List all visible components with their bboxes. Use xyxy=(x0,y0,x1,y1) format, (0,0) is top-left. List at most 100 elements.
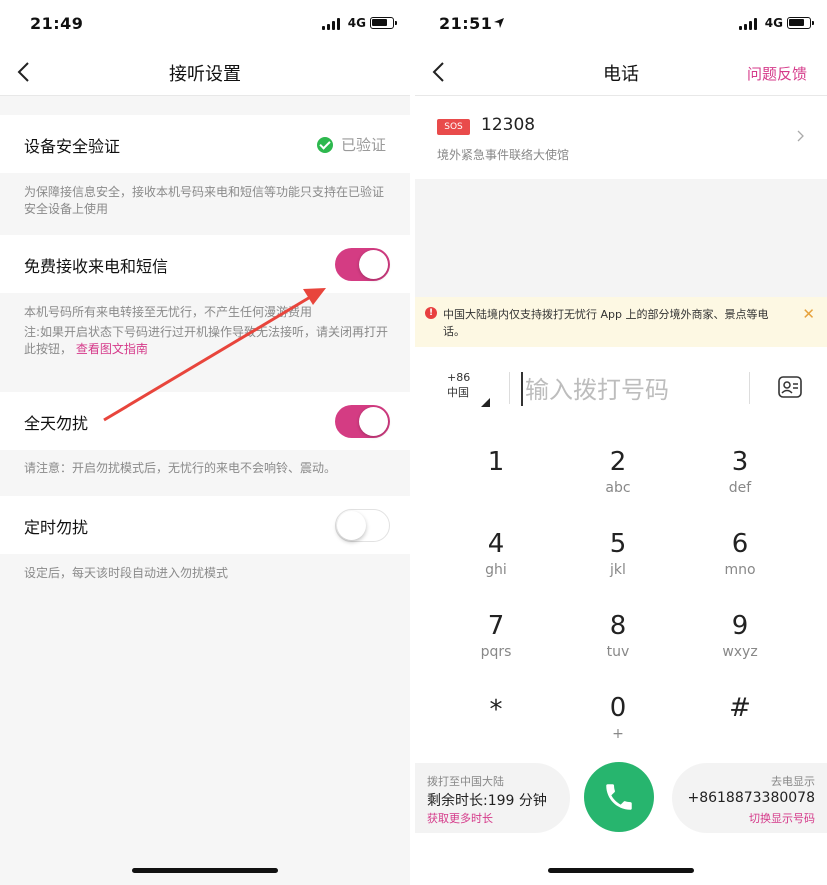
key-digit: 3 xyxy=(731,447,749,477)
dnd-scheduled-label: 定时勿扰 xyxy=(24,518,89,537)
key-digit: 2 xyxy=(609,447,627,477)
key-digit: # xyxy=(729,693,751,723)
battery-icon xyxy=(370,17,397,29)
signal-icon xyxy=(739,18,759,30)
nav-bar: 接听设置 xyxy=(0,48,410,96)
dropdown-triangle-icon xyxy=(481,398,490,407)
home-indicator xyxy=(548,868,694,873)
dnd-scheduled-row: 定时勿扰 xyxy=(0,496,410,554)
key-letters: jkl xyxy=(610,562,626,578)
key-3[interactable]: 3 def xyxy=(685,447,795,517)
sos-badge: SOS xyxy=(437,119,470,135)
key-letters: def xyxy=(728,480,752,496)
phone-dialer-screen: 21:51 4G 电话 问题反馈 SOS 12308 境外紧急事件联络大使馆 !… xyxy=(415,0,827,885)
get-more-time-link[interactable]: 获取更多时长 xyxy=(427,810,493,826)
status-bar: 21:51 4G xyxy=(415,0,827,48)
free-receive-label: 免费接收来电和短信 xyxy=(24,257,169,276)
key-letters: wxyz xyxy=(722,644,758,660)
status-bar: 21:49 4G xyxy=(0,0,410,48)
key-letters: pqrs xyxy=(480,644,512,660)
country-code-selector[interactable]: +86 中国 xyxy=(447,370,470,400)
key-7[interactable]: 7 pqrs xyxy=(441,611,551,681)
sos-description: 境外紧急事件联络大使馆 xyxy=(437,148,570,162)
divider xyxy=(509,372,510,404)
divider xyxy=(749,372,750,404)
phone-number-input[interactable] xyxy=(525,370,735,410)
location-arrow-icon xyxy=(494,18,504,28)
key-letters: tuv xyxy=(606,644,630,660)
country-code: +86 xyxy=(447,371,471,384)
status-time: 21:51 xyxy=(439,14,493,33)
scheduled-note: 设定后，每天该时段自动进入勿扰模式 xyxy=(24,566,229,580)
device-verify-label: 设备安全验证 xyxy=(24,137,121,156)
dnd-all-day-toggle[interactable] xyxy=(335,405,390,438)
contacts-icon[interactable] xyxy=(777,374,803,400)
verify-note: 为保障接信息安全，接收本机号码来电和短信等功能只支持在已验证安全设备上使用 xyxy=(24,185,385,216)
key-digit: 8 xyxy=(609,611,627,641)
toggle-knob xyxy=(359,250,388,279)
switch-number-link[interactable]: 切换显示号码 xyxy=(749,810,815,826)
recent-calls-area xyxy=(415,179,827,297)
warning-icon: ! xyxy=(425,307,437,319)
feedback-link[interactable]: 问题反馈 xyxy=(747,63,807,84)
key-2[interactable]: 2 abc xyxy=(563,447,673,517)
remaining-time: 剩余时长:199 分钟 xyxy=(427,793,547,809)
caller-id-card[interactable]: 去电显示 +8618873380078 切换显示号码 xyxy=(672,763,827,833)
key-5[interactable]: 5 jkl xyxy=(563,529,673,599)
dnd-all-day-label: 全天勿扰 xyxy=(24,414,89,433)
key-8[interactable]: 8 tuv xyxy=(563,611,673,681)
caller-id-label: 去电显示 xyxy=(771,775,815,788)
check-circle-icon xyxy=(316,136,333,153)
key-digit: 5 xyxy=(609,529,627,559)
key-digit: * xyxy=(489,695,503,725)
network-type: 4G xyxy=(347,16,366,30)
country-name: 中国 xyxy=(447,386,469,399)
chevron-right-icon xyxy=(797,130,804,142)
free-receive-row: 免费接收来电和短信 xyxy=(0,235,410,293)
nav-bar: 电话 问题反馈 xyxy=(415,48,827,96)
dial-input-row: +86 中国 xyxy=(415,348,827,432)
key-6[interactable]: 6 mno xyxy=(685,529,795,599)
remaining-time-card[interactable]: 拨打至中国大陆 剩余时长:199 分钟 获取更多时长 xyxy=(415,763,570,833)
guide-link[interactable]: 查看图文指南 xyxy=(76,342,148,356)
dnd-note: 请注意：开启勿扰模式后，无忧行的来电不会响铃、震动。 xyxy=(24,461,337,475)
battery-icon xyxy=(787,17,814,29)
verified-status: 已验证 xyxy=(316,134,386,155)
key-star[interactable]: * xyxy=(441,695,551,765)
key-9[interactable]: 9 wxyz xyxy=(685,611,795,681)
key-0[interactable]: 0 + xyxy=(563,693,673,763)
signal-icon xyxy=(322,18,342,30)
key-digit: 7 xyxy=(487,611,505,641)
network-type: 4G xyxy=(764,16,783,30)
sos-embassy-card[interactable]: SOS 12308 境外紧急事件联络大使馆 xyxy=(415,97,827,179)
key-1[interactable]: 1 xyxy=(441,447,551,517)
call-button[interactable] xyxy=(584,762,654,832)
page-title: 接听设置 xyxy=(169,64,241,85)
key-letters: + xyxy=(612,726,624,742)
call-settings-screen: 21:49 4G 接听设置 设备安全验证 已验证 为保障接信息安全，接收本机号码… xyxy=(0,0,410,885)
verified-text: 已验证 xyxy=(340,136,386,154)
phone-icon xyxy=(606,784,632,810)
key-digit: 6 xyxy=(731,529,749,559)
key-digit: 4 xyxy=(487,529,505,559)
status-time: 21:49 xyxy=(30,14,84,33)
text-caret xyxy=(521,372,523,406)
key-digit: 9 xyxy=(731,611,749,641)
call-destination-label: 拨打至中国大陆 xyxy=(427,775,504,788)
key-digit: 0 xyxy=(609,693,627,723)
key-digit: 1 xyxy=(487,447,505,477)
key-hash[interactable]: # xyxy=(685,693,795,763)
dnd-scheduled-toggle[interactable] xyxy=(335,509,390,542)
key-letters: ghi xyxy=(485,562,507,578)
close-icon[interactable]: ✕ xyxy=(802,305,815,323)
key-4[interactable]: 4 ghi xyxy=(441,529,551,599)
device-verify-row[interactable]: 设备安全验证 已验证 xyxy=(0,115,410,173)
free-receive-note-line1: 本机号码所有来电转接至无忧行，不产生任何漫游费用 xyxy=(24,305,313,319)
free-receive-toggle[interactable] xyxy=(335,248,390,281)
toggle-knob xyxy=(359,407,388,436)
key-letters: mno xyxy=(724,562,756,578)
dnd-all-day-row: 全天勿扰 xyxy=(0,392,410,450)
free-receive-note: 本机号码所有来电转接至无忧行，不产生任何漫游费用 注:如果开启状态下号码进行过开… xyxy=(24,304,390,358)
sos-number: 12308 xyxy=(481,115,536,135)
home-indicator xyxy=(132,868,278,873)
